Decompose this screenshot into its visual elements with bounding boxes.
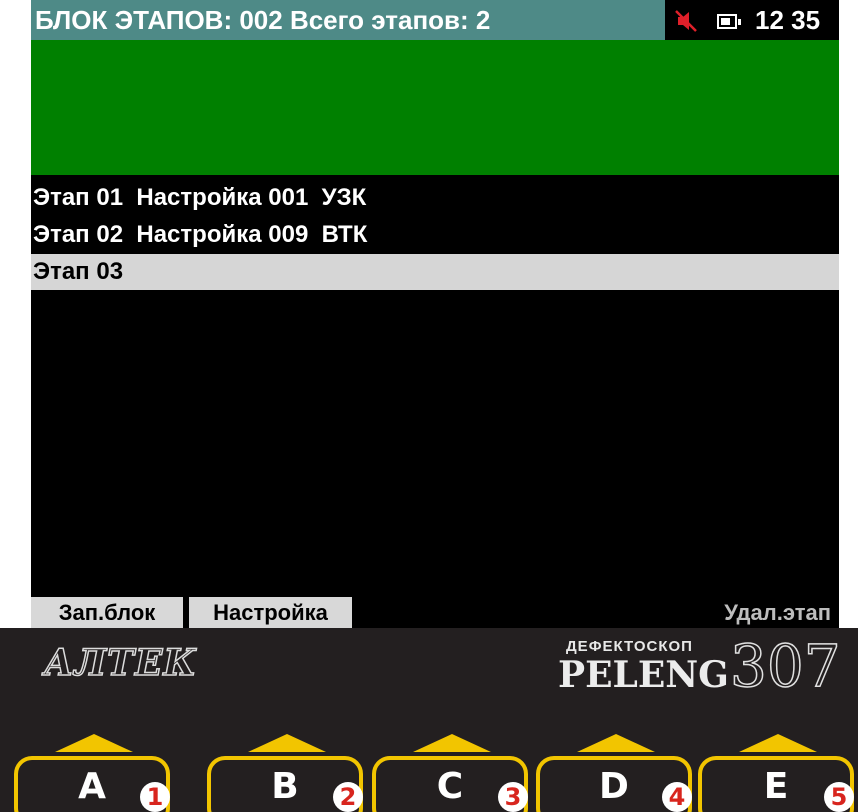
block-title: БЛОК ЭТАПОВ: 002 Всего этапов: 2 (35, 5, 491, 35)
hardware-key-a[interactable]: A 1 (14, 734, 174, 812)
softkey-settings[interactable]: Настройка (189, 597, 352, 628)
device-screen: БЛОК ЭТАПОВ: 002 Всего этапов: 2 12 35 Э… (31, 0, 839, 628)
key-number: 4 (662, 782, 692, 812)
clock: 12 35 (755, 5, 821, 35)
triangle-up-icon (577, 734, 655, 752)
brand-name: PELENG (558, 654, 729, 696)
battery-icon (717, 14, 741, 29)
speaker-muted-icon (675, 10, 697, 32)
key-number: 3 (498, 782, 528, 812)
triangle-up-icon (739, 734, 817, 752)
altek-logo: АЛТЕК (43, 641, 198, 685)
status-indicators: 12 35 (665, 0, 839, 40)
triangle-up-icon (55, 734, 133, 752)
key-number: 1 (140, 782, 170, 812)
brand-subtitle: ДЕФЕКТОСКОП (566, 638, 693, 655)
model-number: 307 (729, 631, 841, 701)
key-number: 5 (824, 782, 854, 812)
hardware-key-d[interactable]: D 4 (536, 734, 696, 812)
triangle-up-icon (413, 734, 491, 752)
key-number: 2 (333, 782, 363, 812)
stage-item[interactable]: Этап 01 Настройка 001 УЗК (31, 180, 839, 216)
hardware-key-b[interactable]: B 2 (207, 734, 367, 812)
hardware-key-c[interactable]: C 3 (372, 734, 532, 812)
softkey-delete-stage[interactable]: Удал.этап (671, 597, 831, 628)
hardware-key-e[interactable]: E 5 (698, 734, 858, 812)
status-bar: БЛОК ЭТАПОВ: 002 Всего этапов: 2 12 35 (31, 0, 839, 40)
stage-item-selected[interactable]: Этап 03 (31, 254, 839, 290)
stage-item[interactable]: Этап 02 Настройка 009 ВТК (31, 217, 839, 253)
display-area (31, 40, 839, 175)
triangle-up-icon (248, 734, 326, 752)
softkey-save-block[interactable]: Зап.блок (31, 597, 183, 628)
device-panel: АЛТЕК ДЕФЕКТОСКОП PELENG 307 A 1 B 2 C 3… (0, 628, 858, 812)
